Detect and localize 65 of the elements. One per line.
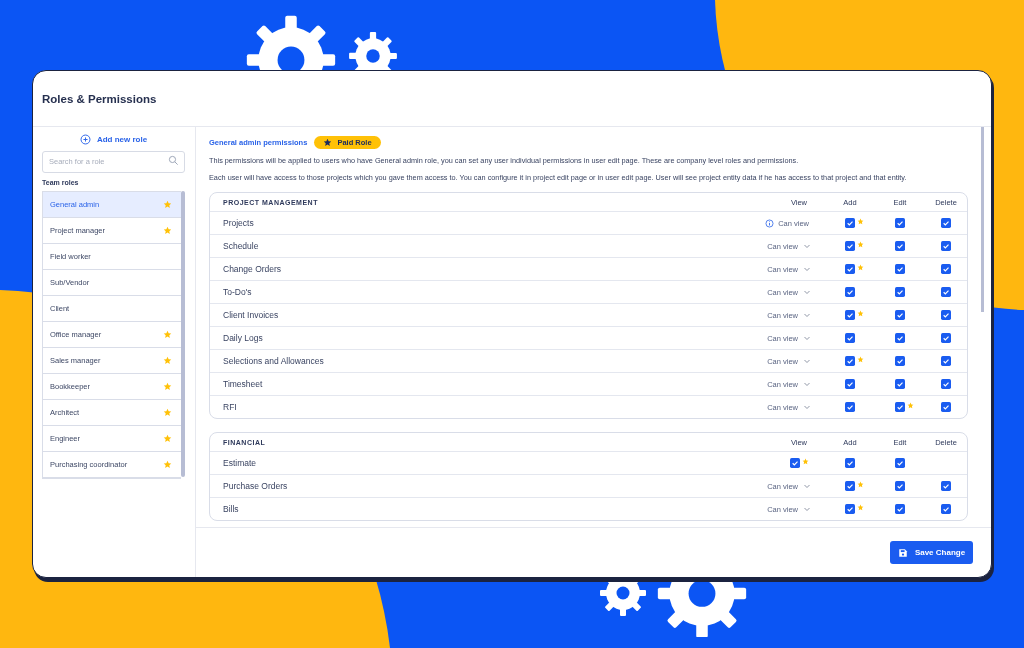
permission-name: RFI [223,402,238,412]
checkbox[interactable] [940,310,951,320]
chevron-down-icon [803,265,811,273]
add-role-button[interactable]: Add new role [42,131,185,148]
permission-name: Selections and Allowances [223,356,325,366]
checkbox[interactable] [844,333,855,343]
checkbox[interactable] [844,458,855,468]
permission-name: Daily Logs [223,333,264,343]
chevron-down-icon [803,242,811,250]
checkbox[interactable] [894,402,905,412]
permission-name: Estimate [223,458,258,468]
chevron-down-icon [803,403,811,411]
checkbox[interactable] [940,504,951,514]
checkbox[interactable] [894,504,905,514]
save-button[interactable]: Save Change [890,541,973,564]
checkbox[interactable] [940,287,951,297]
checkbox[interactable] [844,481,855,491]
permission-name: Schedule [223,241,260,251]
chevron-down-icon [803,334,811,342]
checkbox[interactable] [940,333,951,343]
checkbox[interactable] [844,402,855,412]
checkbox[interactable] [844,379,855,389]
checkbox[interactable] [844,356,855,366]
permission-name: Bills [223,504,240,514]
search-icon [168,155,179,166]
permission-name: Timesheet [223,379,264,389]
chevron-down-icon [803,288,811,296]
info-icon [765,218,775,228]
permission-name: Change Orders [223,264,283,274]
window-title: Roles & Permissions [42,92,157,105]
checkbox[interactable] [844,504,855,514]
chevron-down-icon [803,505,811,513]
checkbox[interactable] [894,241,905,251]
checkbox[interactable] [940,379,951,389]
chevron-down-icon [803,380,811,388]
checkbox[interactable] [844,264,855,274]
checkbox[interactable] [940,402,951,412]
checkbox[interactable] [894,310,905,320]
chevron-down-icon [803,482,811,490]
checkbox[interactable] [940,218,951,228]
checkbox[interactable] [940,241,951,251]
checkbox[interactable] [940,356,951,366]
checkbox[interactable] [894,287,905,297]
checkbox[interactable] [940,481,951,491]
permission-name: Purchase Orders [223,481,289,491]
checkbox[interactable] [790,458,800,468]
chevron-down-icon [803,357,811,365]
checkbox[interactable] [844,310,855,320]
checkbox[interactable] [894,379,905,389]
checkbox[interactable] [844,241,855,251]
permission-name: Client Invoices [223,310,280,320]
checkbox[interactable] [894,264,905,274]
checkbox[interactable] [894,481,905,491]
checkbox[interactable] [844,287,855,297]
checkbox[interactable] [940,264,951,274]
chevron-down-icon [803,311,811,319]
checkbox[interactable] [894,356,905,366]
permission-name: Projects [223,218,255,228]
checkbox[interactable] [894,458,905,468]
checkbox[interactable] [894,218,905,228]
checkbox[interactable] [894,333,905,343]
checkbox[interactable] [844,218,855,228]
star-icon [323,138,333,147]
plus-circle-icon [79,134,91,145]
permission-name: To-Do's [223,287,253,297]
